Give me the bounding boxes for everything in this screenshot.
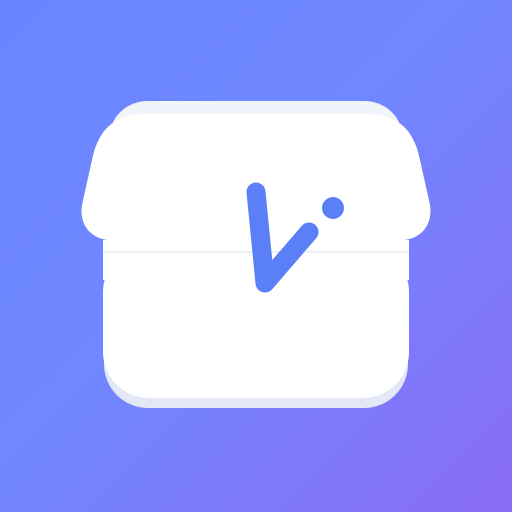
app-icon-canvas [0,0,512,512]
app-icon-graphic [81,101,431,408]
accent-dot [322,197,344,219]
